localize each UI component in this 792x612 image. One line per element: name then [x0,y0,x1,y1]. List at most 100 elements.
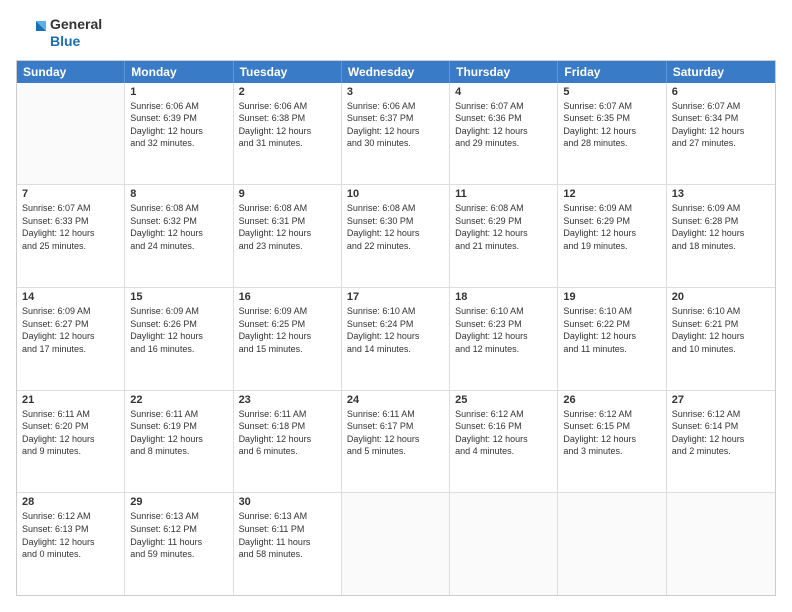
cell-info: Sunrise: 6:08 AM Sunset: 6:31 PM Dayligh… [239,202,336,252]
calendar-cell: 1 Sunrise: 6:06 AM Sunset: 6:39 PM Daylig… [125,83,233,185]
day-number: 11 [455,188,552,200]
weekday-header: Tuesday [234,61,342,83]
calendar-cell: 12 Sunrise: 6:09 AM Sunset: 6:29 PM Dayli… [558,185,666,287]
calendar-row: 28 Sunrise: 6:12 AM Sunset: 6:13 PM Dayli… [17,493,775,595]
calendar-row: 21 Sunrise: 6:11 AM Sunset: 6:20 PM Dayli… [17,391,775,494]
cell-info: Sunrise: 6:12 AM Sunset: 6:14 PM Dayligh… [672,408,770,458]
calendar-cell: 13Sunrise: 6:09 AM Sunset: 6:28 PM Dayli… [667,185,775,287]
cell-info: Sunrise: 6:12 AM Sunset: 6:13 PM Dayligh… [22,510,119,560]
day-number: 8 [130,188,227,200]
calendar-cell [667,493,775,595]
cell-info: Sunrise: 6:10 AM Sunset: 6:24 PM Dayligh… [347,305,444,355]
day-number: 17 [347,291,444,303]
calendar-cell: 7Sunrise: 6:07 AM Sunset: 6:33 PM Daylig… [17,185,125,287]
calendar-cell: 17 Sunrise: 6:10 AM Sunset: 6:24 PM Dayli… [342,288,450,390]
calendar-cell: 23 Sunrise: 6:11 AM Sunset: 6:18 PM Dayli… [234,391,342,493]
calendar-cell: 16 Sunrise: 6:09 AM Sunset: 6:25 PM Dayli… [234,288,342,390]
calendar-cell: 19 Sunrise: 6:10 AM Sunset: 6:22 PM Dayli… [558,288,666,390]
calendar-row: 7Sunrise: 6:07 AM Sunset: 6:33 PM Daylig… [17,185,775,288]
calendar-cell: 28 Sunrise: 6:12 AM Sunset: 6:13 PM Dayli… [17,493,125,595]
calendar-cell: 25 Sunrise: 6:12 AM Sunset: 6:16 PM Dayli… [450,391,558,493]
cell-info: Sunrise: 6:11 AM Sunset: 6:19 PM Dayligh… [130,408,227,458]
day-number: 20 [672,291,770,303]
calendar-cell: 21 Sunrise: 6:11 AM Sunset: 6:20 PM Dayli… [17,391,125,493]
cell-info: Sunrise: 6:11 AM Sunset: 6:18 PM Dayligh… [239,408,336,458]
cell-info: Sunrise: 6:11 AM Sunset: 6:17 PM Dayligh… [347,408,444,458]
calendar-cell: 10 Sunrise: 6:08 AM Sunset: 6:30 PM Dayli… [342,185,450,287]
cell-info: Sunrise: 6:09 AM Sunset: 6:25 PM Dayligh… [239,305,336,355]
calendar-cell [558,493,666,595]
day-number: 28 [22,496,119,508]
calendar-header: SundayMondayTuesdayWednesdayThursdayFrid… [17,61,775,83]
calendar-cell: 27 Sunrise: 6:12 AM Sunset: 6:14 PM Dayli… [667,391,775,493]
day-number: 5 [563,86,660,98]
weekday-header: Thursday [450,61,558,83]
day-number: 9 [239,188,336,200]
logo: General Blue [16,16,102,50]
day-number: 14 [22,291,119,303]
cell-info: Sunrise: 6:08 AM Sunset: 6:30 PM Dayligh… [347,202,444,252]
day-number: 27 [672,394,770,406]
day-number: 19 [563,291,660,303]
calendar-cell: 24Sunrise: 6:11 AM Sunset: 6:17 PM Dayli… [342,391,450,493]
calendar-cell: 20Sunrise: 6:10 AM Sunset: 6:21 PM Dayli… [667,288,775,390]
cell-info: Sunrise: 6:13 AM Sunset: 6:11 PM Dayligh… [239,510,336,560]
day-number: 29 [130,496,227,508]
weekday-header: Sunday [17,61,125,83]
calendar-cell: 29 Sunrise: 6:13 AM Sunset: 6:12 PM Dayli… [125,493,233,595]
day-number: 22 [130,394,227,406]
cell-info: Sunrise: 6:08 AM Sunset: 6:29 PM Dayligh… [455,202,552,252]
page: General Blue SundayMondayTuesdayWednesda… [0,0,792,612]
calendar-row: 1 Sunrise: 6:06 AM Sunset: 6:39 PM Daylig… [17,83,775,186]
day-number: 3 [347,86,444,98]
day-number: 1 [130,86,227,98]
calendar-cell: 14Sunrise: 6:09 AM Sunset: 6:27 PM Dayli… [17,288,125,390]
calendar-cell: 18 Sunrise: 6:10 AM Sunset: 6:23 PM Dayli… [450,288,558,390]
cell-info: Sunrise: 6:07 AM Sunset: 6:35 PM Dayligh… [563,100,660,150]
calendar-cell: 8 Sunrise: 6:08 AM Sunset: 6:32 PM Daylig… [125,185,233,287]
day-number: 30 [239,496,336,508]
day-number: 16 [239,291,336,303]
day-number: 18 [455,291,552,303]
weekday-header: Saturday [667,61,775,83]
calendar-cell: 15Sunrise: 6:09 AM Sunset: 6:26 PM Dayli… [125,288,233,390]
day-number: 4 [455,86,552,98]
calendar-cell: 5 Sunrise: 6:07 AM Sunset: 6:35 PM Daylig… [558,83,666,185]
day-number: 13 [672,188,770,200]
cell-info: Sunrise: 6:10 AM Sunset: 6:22 PM Dayligh… [563,305,660,355]
day-number: 10 [347,188,444,200]
calendar-cell [342,493,450,595]
cell-info: Sunrise: 6:13 AM Sunset: 6:12 PM Dayligh… [130,510,227,560]
logo-text: General Blue [50,16,102,50]
cell-info: Sunrise: 6:08 AM Sunset: 6:32 PM Dayligh… [130,202,227,252]
cell-info: Sunrise: 6:09 AM Sunset: 6:29 PM Dayligh… [563,202,660,252]
day-number: 26 [563,394,660,406]
cell-info: Sunrise: 6:11 AM Sunset: 6:20 PM Dayligh… [22,408,119,458]
day-number: 25 [455,394,552,406]
cell-info: Sunrise: 6:10 AM Sunset: 6:23 PM Dayligh… [455,305,552,355]
weekday-header: Wednesday [342,61,450,83]
calendar-body: 1 Sunrise: 6:06 AM Sunset: 6:39 PM Daylig… [17,83,775,595]
weekday-header: Friday [558,61,666,83]
calendar-cell: 22 Sunrise: 6:11 AM Sunset: 6:19 PM Dayli… [125,391,233,493]
header: General Blue [16,16,776,50]
calendar-cell: 26 Sunrise: 6:12 AM Sunset: 6:15 PM Dayli… [558,391,666,493]
calendar: SundayMondayTuesdayWednesdayThursdayFrid… [16,60,776,596]
calendar-cell: 3Sunrise: 6:06 AM Sunset: 6:37 PM Daylig… [342,83,450,185]
cell-info: Sunrise: 6:06 AM Sunset: 6:39 PM Dayligh… [130,100,227,150]
day-number: 15 [130,291,227,303]
cell-info: Sunrise: 6:07 AM Sunset: 6:33 PM Dayligh… [22,202,119,252]
day-number: 21 [22,394,119,406]
cell-info: Sunrise: 6:07 AM Sunset: 6:34 PM Dayligh… [672,100,770,150]
calendar-row: 14Sunrise: 6:09 AM Sunset: 6:27 PM Dayli… [17,288,775,391]
cell-info: Sunrise: 6:12 AM Sunset: 6:15 PM Dayligh… [563,408,660,458]
calendar-cell: 30 Sunrise: 6:13 AM Sunset: 6:11 PM Dayli… [234,493,342,595]
weekday-header: Monday [125,61,233,83]
cell-info: Sunrise: 6:12 AM Sunset: 6:16 PM Dayligh… [455,408,552,458]
cell-info: Sunrise: 6:06 AM Sunset: 6:38 PM Dayligh… [239,100,336,150]
day-number: 6 [672,86,770,98]
logo-svg [16,17,48,49]
day-number: 23 [239,394,336,406]
calendar-cell: 11 Sunrise: 6:08 AM Sunset: 6:29 PM Dayli… [450,185,558,287]
day-number: 12 [563,188,660,200]
